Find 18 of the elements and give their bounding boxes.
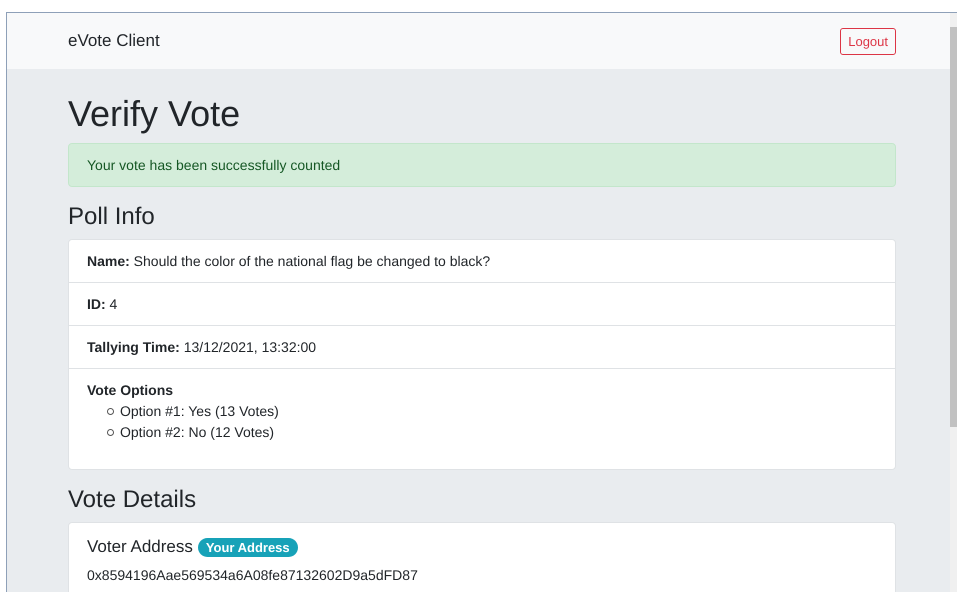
bullet-icon — [107, 408, 114, 415]
field-label: Voter Address — [87, 537, 193, 557]
option-text: Option #2: No (12 Votes) — [120, 423, 274, 442]
address-badge: Your Address — [198, 538, 298, 556]
brand-name[interactable]: eVote Client — [68, 31, 160, 51]
bullet-icon — [107, 429, 114, 436]
address-text: 0x8594196Aae569534a6A08fe87132602D9a5dFD87 — [87, 567, 419, 583]
list-title: Vote Options — [87, 382, 174, 398]
info-text: ID: 4 — [87, 296, 118, 312]
page-title: Verify Vote — [68, 93, 242, 135]
option-text: Option #1: Yes (13 Votes) — [120, 402, 279, 421]
success-alert: Your vote has been successfully counted — [68, 143, 896, 187]
info-text: Tallying Time: 13/12/2021, 13:32:00 — [87, 339, 316, 355]
section-heading: Poll Info — [68, 203, 156, 231]
logout-button[interactable]: Logout — [840, 28, 896, 54]
scrollbar[interactable] — [950, 13, 957, 592]
section-heading: Vote Details — [68, 486, 198, 514]
info-text: Name: Should the color of the national flag be changed to black? — [87, 253, 490, 269]
